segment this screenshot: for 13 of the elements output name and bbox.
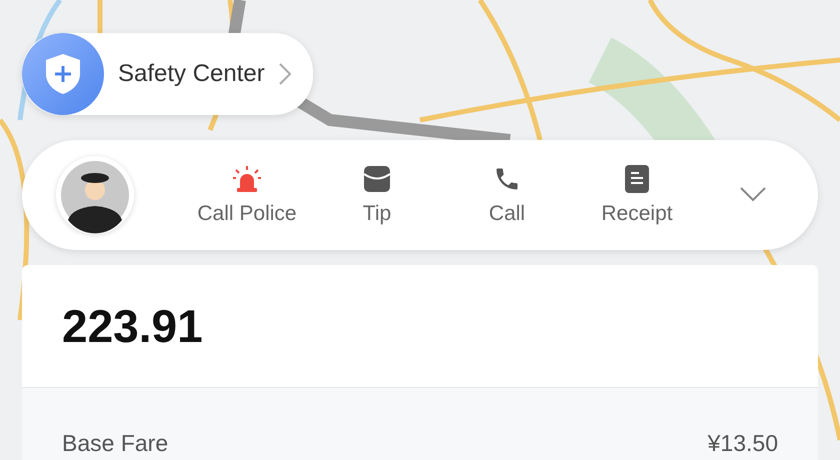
chevron-right-icon bbox=[278, 63, 291, 85]
safety-center-button[interactable]: Safety Center bbox=[22, 33, 313, 115]
chevron-down-icon[interactable] bbox=[740, 187, 766, 203]
fare-item-label: Base Fare bbox=[62, 430, 168, 457]
action-button[interactable]: Tip bbox=[312, 164, 442, 226]
siren-icon bbox=[233, 166, 261, 192]
receipt-icon bbox=[625, 165, 649, 193]
shield-plus-icon bbox=[22, 33, 104, 115]
fare-item-amount: ¥13.50 bbox=[708, 430, 778, 457]
action-button[interactable]: Call Police bbox=[182, 164, 312, 226]
action-button[interactable]: Receipt bbox=[572, 164, 702, 226]
action-button[interactable]: Call bbox=[442, 164, 572, 226]
wallet-icon bbox=[364, 166, 390, 192]
